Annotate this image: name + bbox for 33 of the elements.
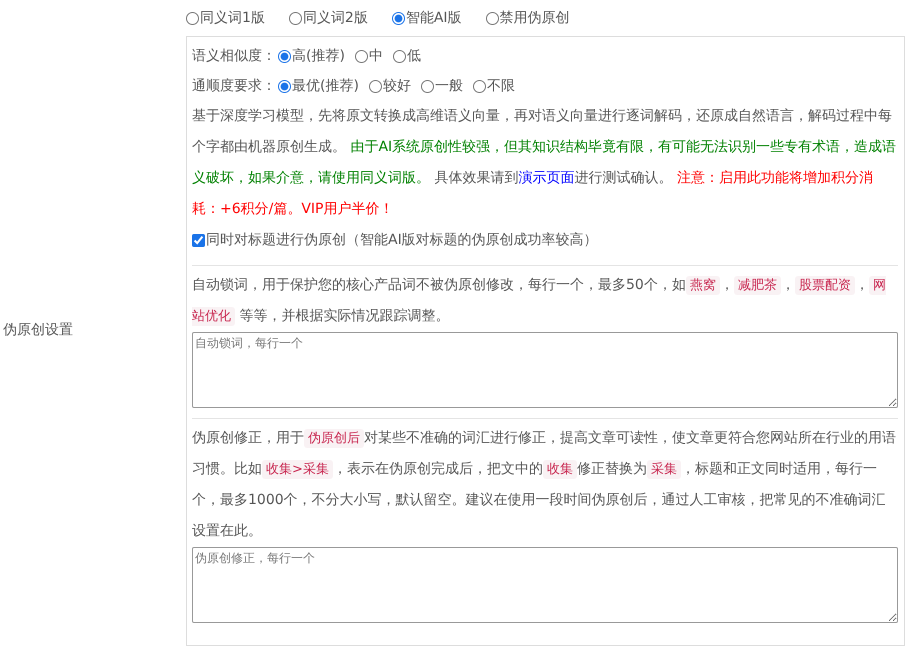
radio-label[interactable]: 禁用伪原创: [500, 9, 570, 27]
radio-label[interactable]: 最优(推荐): [292, 77, 359, 95]
radio-button[interactable]: [472, 80, 486, 92]
radio-button[interactable]: [486, 12, 499, 24]
checkbox[interactable]: [192, 234, 205, 246]
field-label: 语义相似度：: [192, 47, 276, 65]
description-text: 伪原创修正，用于 伪原创后 对某些不准确的词汇进行修正，提高文章可读性，使文章更符合您网站所在行业的用语习惯。比如 收集>采集 ，表示在伪原创完成后，把文中的 收集 修正替换为 采集 ，标题和正文同时适用，每行一个，最多1000个，不分大小写，默认留空。建议在使用一段时间伪原创后，通过人工审核，把常见的不准确词汇设置在此。: [192, 428, 897, 541]
radio-button[interactable]: [354, 50, 368, 62]
radio-button[interactable]: [420, 80, 434, 92]
field-label: 通顺度要求：: [192, 77, 276, 95]
correction-field[interactable]: 伪原创修正，每行一个: [192, 547, 898, 623]
checkbox-label[interactable]: 同时对标题进行伪原创（智能AI版对标题的伪原创成功率较高）: [206, 231, 598, 249]
radio-button[interactable]: [392, 50, 406, 62]
radio-button[interactable]: [288, 12, 302, 24]
radio-button[interactable]: [186, 12, 199, 24]
demo-link[interactable]: 演示页面: [518, 170, 574, 186]
radio-label[interactable]: 中: [368, 47, 383, 65]
lock-words-field[interactable]: 自动锁词，每行一个: [192, 332, 898, 408]
radio-button[interactable]: [392, 12, 405, 24]
description-text: 自动锁词，用于保护您的核心产品词不被伪原创修改，每行一个，最多50个，如 燕窝 ， 减肥茶 ， 股票配资 ， 网站优化 等等，并根据实际情况跟踪调整。: [192, 275, 887, 328]
radio-button[interactable]: [278, 80, 291, 92]
radio-label[interactable]: 较好: [382, 77, 411, 95]
section-label: 伪原创设置: [2, 321, 73, 339]
radio-label[interactable]: 低: [406, 47, 421, 65]
radio-button[interactable]: [278, 50, 291, 62]
radio-label[interactable]: 同义词1版: [200, 9, 265, 27]
radio-button[interactable]: [368, 80, 382, 92]
radio-label[interactable]: 高(推荐): [292, 47, 345, 65]
radio-label[interactable]: 不限: [486, 77, 515, 95]
radio-label[interactable]: 智能AI版: [406, 9, 462, 27]
radio-label[interactable]: 一般: [434, 77, 463, 95]
description-text: 基于深度学习模型，先将原文转换成高维语义向量，再对语义向量进行逐词解码，还原成自然语言，解码过程中每个字都由机器原创生成。 由于AI系统原创性较强，但其知识结构毕竟有限，有可能无法识别一些专有术语，造成语义破坏，如果介意，请使用同义词版。 具体效果请到演示页面进行测试确认。 注意：启用此功能将增加积分消耗：+6积分/篇。VIP用户半价！: [192, 107, 898, 219]
radio-label[interactable]: 同义词2版: [302, 9, 368, 27]
